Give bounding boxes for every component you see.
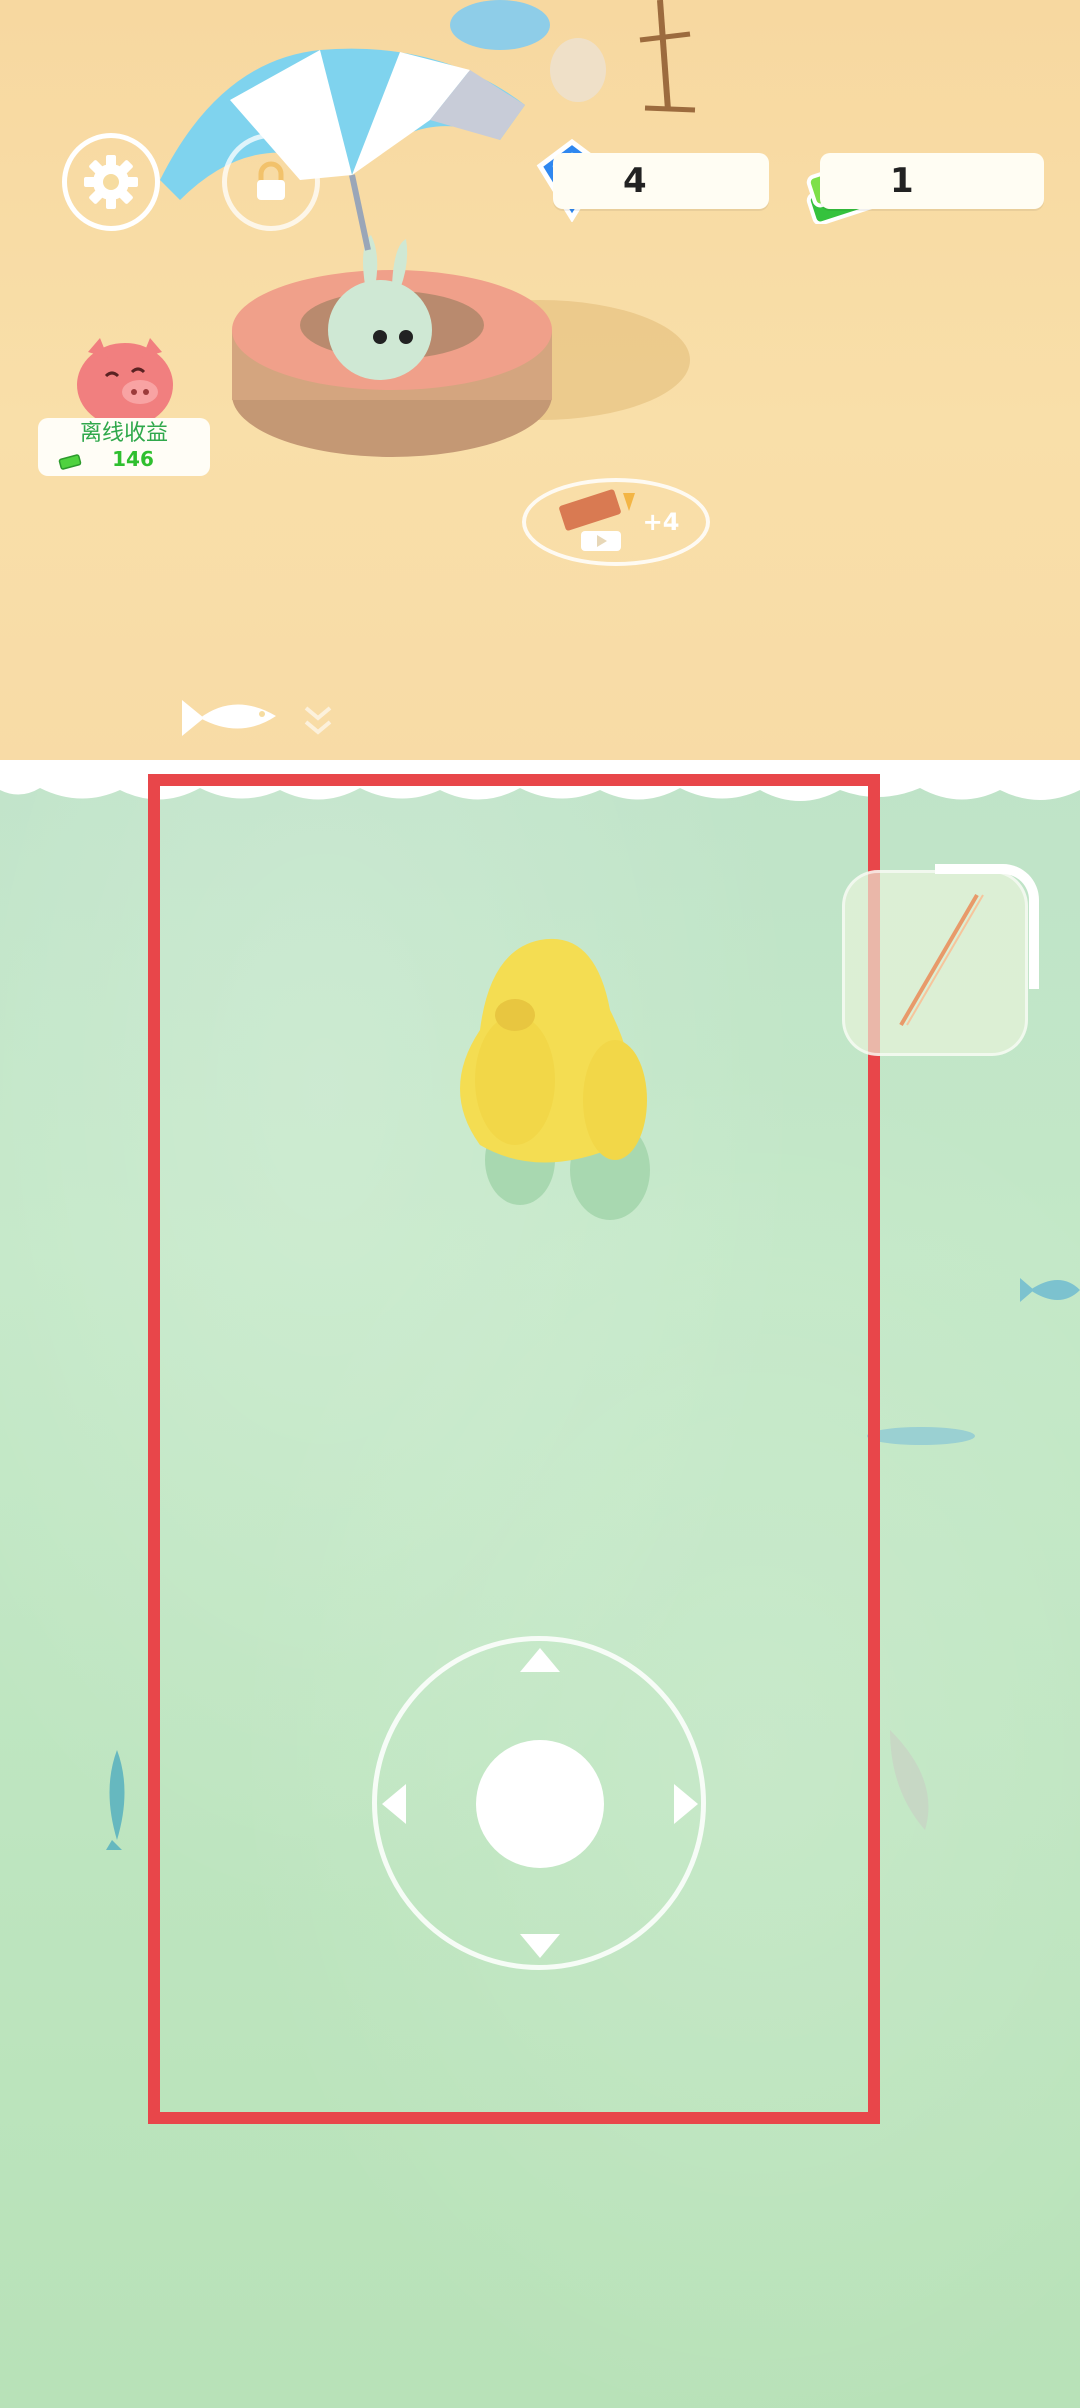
offline-earnings-title: 离线收益 [79,421,168,446]
gear-icon [84,155,138,209]
locked-slot-button[interactable] [222,133,320,231]
fish-icon [182,700,276,736]
lock-icon [257,161,285,200]
fish-sea-shadow [867,1427,975,1445]
arrow-right-icon [674,1784,698,1824]
arrow-down-icon [520,1934,560,1958]
cash-count: 1 [890,161,914,201]
reward-amount: +4 [642,508,680,536]
fish-sea-right [1020,1278,1080,1302]
gem-count: 4 [623,161,647,201]
joystick-knob[interactable] [476,1740,604,1868]
gem-counter: 4 [553,153,769,209]
video-ad-icon [558,489,635,551]
cash-small-icon [58,454,82,470]
piggy-bank-icon [77,338,173,427]
fish-sea-bottom-right [890,1730,929,1830]
offline-earnings-card[interactable]: 离线收益 146 [38,418,210,476]
arrow-left-icon [382,1784,406,1824]
arrow-up-icon [520,1648,560,1672]
cash-counter: 1 [820,153,1044,209]
offline-earnings-value: 146 [38,448,210,470]
video-reward-button[interactable]: +4 [522,478,710,566]
offline-earnings-amount: 146 [112,447,154,471]
chevron-down-icon [304,706,332,735]
rod-button-corner-accent [935,864,1039,989]
settings-button[interactable] [62,133,160,231]
fish-sea-left [106,1750,125,1850]
